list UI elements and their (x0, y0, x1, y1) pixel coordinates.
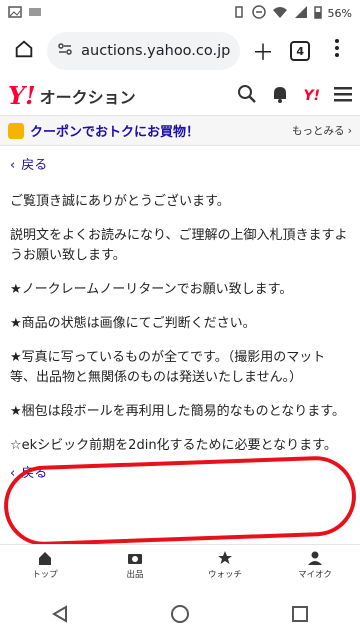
yahoo-home-link[interactable]: Y! (303, 88, 320, 104)
system-nav-bar (0, 592, 360, 640)
chevron-left-icon: ‹ (10, 466, 16, 481)
back-label-bottom[interactable]: 戻る (21, 464, 47, 484)
desc-paragraph: 説明文をよくお読みになり、ご理解の上御入札頂きますようお願い致します。 (10, 228, 348, 263)
desc-paragraph: ★梱包は段ボールを再利用した簡易的なものとなります。 (10, 404, 345, 419)
item-description: ‹ 戻る ご覧頂き誠にありがとうございます。 説明文をよくお読みになり、ご理解の… (0, 146, 360, 486)
desc-paragraph: ご覧頂き誠にありがとうございます。 (10, 194, 230, 209)
browser-toolbar: auctions.yahoo.co.jp ＋ 4 (0, 26, 360, 76)
desc-paragraph: ★ノークレームノーリターンでお願い致します。 (10, 282, 293, 297)
site-header: Y! オークション Y! (0, 76, 360, 116)
image-icon (8, 5, 22, 21)
coupon-more-link[interactable]: もっとみる › (292, 123, 352, 138)
more-vert-icon (334, 38, 340, 64)
bottom-nav: トップ 出品 ウォッチ マイオク (0, 544, 360, 584)
nav-sell[interactable]: 出品 (90, 545, 180, 584)
address-bar[interactable]: auctions.yahoo.co.jp (47, 32, 241, 70)
desc-paragraph-highlighted: ☆ekシビック前期を2din化するために必要となります。 (10, 438, 337, 453)
camera-icon (128, 553, 142, 564)
battery-level: 56% (327, 6, 352, 20)
back-label[interactable]: 戻る (21, 156, 47, 176)
menu-button[interactable] (323, 36, 352, 66)
desc-paragraph: ★写真に写っているものが全てです。（撮影用のマット等、出品物と無関係のものは発送… (10, 350, 326, 385)
person-icon (308, 551, 322, 565)
tab-count: 4 (290, 41, 311, 61)
chevron-left-icon: ‹ (10, 158, 16, 173)
url-text[interactable]: auctions.yahoo.co.jp (81, 43, 230, 59)
nav-my-auction[interactable]: マイオク (270, 545, 360, 584)
site-settings-icon[interactable] (57, 41, 73, 61)
star-icon (218, 550, 232, 564)
nav-watch[interactable]: ウォッチ (180, 545, 270, 584)
desc-paragraph: ★商品の状態は画像にてご判断ください。 (10, 316, 256, 331)
home-icon (13, 38, 35, 64)
status-bar: 56% (0, 0, 360, 26)
coupon-banner[interactable]: クーポンでおトクにお買物！ もっとみる › (0, 116, 360, 146)
search-icon[interactable] (237, 84, 257, 108)
back-link-bottom[interactable]: ‹ 戻る (10, 462, 350, 486)
bell-icon[interactable] (271, 84, 289, 108)
back-triangle-icon[interactable] (51, 605, 69, 627)
dnd-icon (251, 4, 266, 22)
vibrate-icon (232, 5, 246, 22)
coupon-text[interactable]: クーポンでおトクにお買物！ (30, 121, 199, 140)
notification-icon (28, 6, 42, 21)
tab-switcher-button[interactable]: 4 (286, 36, 315, 66)
treasure-chest-icon (8, 122, 24, 139)
yahoo-logo[interactable]: Y! (8, 81, 36, 110)
site-title[interactable]: オークション (40, 84, 136, 108)
home-button[interactable] (8, 35, 39, 67)
back-link[interactable]: ‹ 戻る (10, 154, 350, 178)
nav-top[interactable]: トップ (0, 545, 90, 584)
recents-square-icon[interactable] (291, 605, 309, 627)
new-tab-button[interactable]: ＋ (248, 36, 277, 66)
wifi-icon (272, 5, 288, 22)
home-icon (39, 551, 51, 565)
signal-icon (294, 5, 308, 22)
home-circle-icon[interactable] (170, 604, 190, 628)
plus-icon: ＋ (251, 41, 274, 66)
battery-icon (313, 5, 322, 22)
hamburger-menu-icon[interactable] (334, 86, 352, 106)
